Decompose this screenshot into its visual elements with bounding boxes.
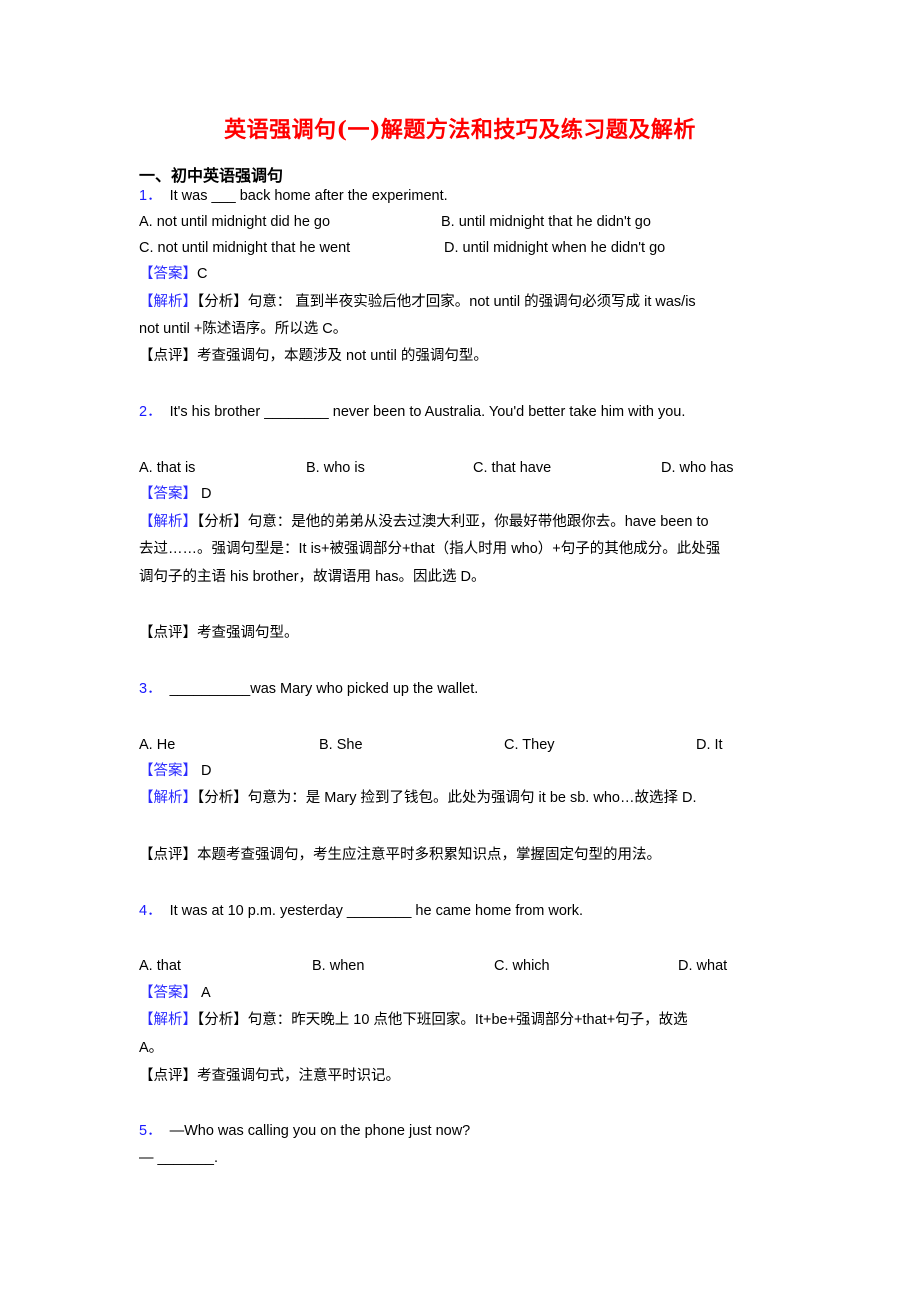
analysis-label: 【解析】 bbox=[139, 294, 197, 310]
comment-label: 【点评】 bbox=[139, 625, 197, 641]
question-4-option-b: B. when bbox=[312, 958, 365, 974]
question-2-option-c: C. that have bbox=[473, 460, 552, 476]
question-4-option-c: C. which bbox=[494, 958, 550, 974]
question-stem: It was at 10 p.m. yesterday ________ he … bbox=[169, 903, 584, 919]
comment-label: 【点评】 bbox=[139, 348, 197, 364]
question-3-option-b: B. She bbox=[319, 737, 363, 753]
question-2-analysis-line-1: 【解析】【分析】句意：是他的弟弟从没去过澳大利亚，你最好带他跟你去。have b… bbox=[139, 512, 709, 532]
question-1-answer: 【答案】C bbox=[139, 264, 207, 284]
question-1-stem-line: 1． It was ___ back home after the experim… bbox=[139, 186, 448, 206]
question-3-option-d: D. It bbox=[696, 737, 723, 753]
question-number: 5． bbox=[139, 1123, 162, 1139]
question-1-analysis-line-2: not until +陈述语序。所以选 C。 bbox=[139, 321, 348, 337]
section-heading: 一、初中英语强调句 bbox=[139, 166, 284, 185]
question-3-comment: 【点评】本题考查强调句，考生应注意平时多积累知识点，掌握固定句型的用法。 bbox=[139, 845, 661, 865]
analysis-text: 【分析】句意：是他的弟弟从没去过澳大利亚，你最好带他跟你去。have been … bbox=[197, 514, 709, 530]
document-title: 英语强调句(一)解题方法和技巧及练习题及解析 bbox=[224, 117, 696, 143]
question-number: 3． bbox=[139, 681, 162, 697]
question-2-analysis-line-2: 去过……。强调句型是：It is+被强调部分+that（指人时用 who）+句子… bbox=[139, 541, 721, 557]
question-2-stem-line: 2． It's his brother ________ never been t… bbox=[139, 402, 685, 422]
question-3-option-c: C. They bbox=[504, 737, 555, 753]
question-4-analysis-line-2: A。 bbox=[139, 1040, 164, 1056]
analysis-label: 【解析】 bbox=[139, 790, 197, 806]
question-5-reply: — _______. bbox=[139, 1150, 219, 1166]
answer-value: A bbox=[197, 985, 211, 1001]
question-5-stem-line: 5． —Who was calling you on the phone just… bbox=[139, 1121, 470, 1141]
comment-text: 考查强调句型。 bbox=[197, 625, 299, 641]
question-4-answer: 【答案】 A bbox=[139, 983, 211, 1003]
answer-label: 【答案】 bbox=[139, 985, 197, 1001]
document-page: 英语强调句(一)解题方法和技巧及练习题及解析 一、初中英语强调句 1． It wa… bbox=[0, 0, 920, 1302]
comment-text: 本题考查强调句，考生应注意平时多积累知识点，掌握固定句型的用法。 bbox=[197, 847, 661, 863]
comment-text: 考查强调句式，注意平时识记。 bbox=[197, 1068, 400, 1084]
question-number: 2． bbox=[139, 404, 162, 420]
question-1-option-b: B. until midnight that he didn't go bbox=[441, 214, 651, 230]
analysis-label: 【解析】 bbox=[139, 1012, 197, 1028]
question-1-comment: 【点评】考查强调句，本题涉及 not until 的强调句型。 bbox=[139, 346, 488, 366]
question-4-analysis-line-1: 【解析】【分析】句意：昨天晚上 10 点他下班回家。It+be+强调部分+tha… bbox=[139, 1010, 688, 1030]
comment-label: 【点评】 bbox=[139, 847, 197, 863]
analysis-text: 【分析】句意： 直到半夜实验后他才回家。not until 的强调句必须写成 i… bbox=[197, 294, 696, 310]
question-1-analysis-line-1: 【解析】【分析】句意： 直到半夜实验后他才回家。not until 的强调句必须… bbox=[139, 292, 696, 312]
question-stem: __________was Mary who picked up the wal… bbox=[169, 681, 479, 697]
analysis-text: 【分析】句意：昨天晚上 10 点他下班回家。It+be+强调部分+that+句子… bbox=[197, 1012, 688, 1028]
comment-label: 【点评】 bbox=[139, 1068, 197, 1084]
question-2-answer: 【答案】 D bbox=[139, 484, 212, 504]
question-4-option-d: D. what bbox=[678, 958, 728, 974]
question-3-analysis-line-1: 【解析】【分析】句意为：是 Mary 捡到了钱包。此处为强调句 it be sb… bbox=[139, 788, 697, 808]
question-stem: —Who was calling you on the phone just n… bbox=[169, 1123, 471, 1139]
question-2-option-b: B. who is bbox=[306, 460, 365, 476]
question-2-comment: 【点评】考查强调句型。 bbox=[139, 623, 299, 643]
question-3-stem-line: 3． __________was Mary who picked up the w… bbox=[139, 679, 478, 699]
question-4-comment: 【点评】考查强调句式，注意平时识记。 bbox=[139, 1066, 400, 1086]
question-1-option-a: A. not until midnight did he go bbox=[139, 214, 331, 230]
answer-label: 【答案】 bbox=[139, 266, 197, 282]
question-number: 4． bbox=[139, 903, 162, 919]
analysis-label: 【解析】 bbox=[139, 514, 197, 530]
answer-value: C bbox=[197, 266, 208, 282]
question-stem: It was ___ back home after the experimen… bbox=[169, 188, 448, 204]
question-3-option-a: A. He bbox=[139, 737, 176, 753]
question-3-answer: 【答案】 D bbox=[139, 761, 212, 781]
question-2-option-a: A. that is bbox=[139, 460, 196, 476]
answer-value: D bbox=[197, 763, 212, 779]
question-1-option-d: D. until midnight when he didn't go bbox=[444, 240, 666, 256]
answer-label: 【答案】 bbox=[139, 763, 197, 779]
question-4-stem-line: 4． It was at 10 p.m. yesterday ________ h… bbox=[139, 901, 583, 921]
question-4-option-a: A. that bbox=[139, 958, 181, 974]
question-stem: It's his brother ________ never been to … bbox=[169, 404, 686, 420]
question-2-option-d: D. who has bbox=[661, 460, 734, 476]
answer-value: D bbox=[197, 486, 212, 502]
analysis-text: 【分析】句意为：是 Mary 捡到了钱包。此处为强调句 it be sb. wh… bbox=[197, 790, 697, 806]
comment-text: 考查强调句，本题涉及 not until 的强调句型。 bbox=[197, 348, 488, 364]
answer-label: 【答案】 bbox=[139, 486, 197, 502]
question-number: 1． bbox=[139, 188, 162, 204]
question-1-option-c: C. not until midnight that he went bbox=[139, 240, 351, 256]
question-2-analysis-line-3: 调句子的主语 his brother，故谓语用 has。因此选 D。 bbox=[139, 569, 486, 585]
